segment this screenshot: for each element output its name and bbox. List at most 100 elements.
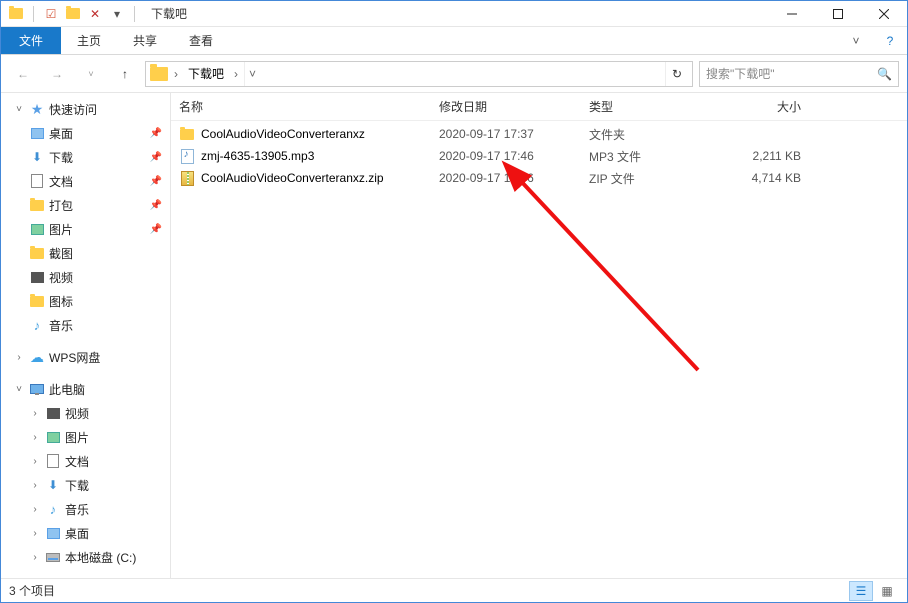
window-title: 下载吧 xyxy=(151,5,187,22)
ribbon-collapse-icon[interactable]: ˅ xyxy=(839,27,873,54)
column-size[interactable]: 大小 xyxy=(709,98,819,115)
down-icon: ⬇ xyxy=(29,149,45,165)
sidebar-item[interactable]: ⬇ 下载 📌 xyxy=(1,145,170,169)
desktop-icon xyxy=(45,525,61,541)
minimize-button[interactable] xyxy=(769,1,815,27)
sidebar-this-pc[interactable]: ˅ 此电脑 xyxy=(1,377,170,401)
sidebar-item-label: 视频 xyxy=(49,269,73,286)
sidebar-item[interactable]: 视频 xyxy=(1,265,170,289)
chevron-right-icon[interactable]: › xyxy=(29,432,41,443)
search-placeholder: 搜索"下载吧" xyxy=(706,65,775,82)
monitor-icon xyxy=(29,381,45,397)
sidebar-item[interactable]: 截图 xyxy=(1,241,170,265)
sidebar-item[interactable]: 图标 xyxy=(1,289,170,313)
sidebar-item-label: 文档 xyxy=(49,173,73,190)
chevron-right-icon[interactable]: › xyxy=(29,480,41,491)
file-row[interactable]: CoolAudioVideoConverteranxz.zip 2020-09-… xyxy=(171,167,907,189)
column-headers[interactable]: 名称 修改日期 类型 大小 xyxy=(171,93,907,121)
video-icon xyxy=(45,405,61,421)
qat-dropdown-icon[interactable]: ▾ xyxy=(108,5,126,23)
recent-locations-button[interactable]: ˅ xyxy=(77,60,105,88)
sidebar-item[interactable]: ♪ 音乐 xyxy=(1,313,170,337)
chevron-right-icon[interactable]: › xyxy=(29,504,41,515)
sidebar-item[interactable]: › ⬇ 下载 xyxy=(1,473,170,497)
sidebar-item[interactable]: 图片 📌 xyxy=(1,217,170,241)
search-icon[interactable]: 🔍 xyxy=(877,67,892,81)
sidebar-item[interactable]: › 本地磁盘 (C:) xyxy=(1,545,170,569)
doc-icon xyxy=(29,173,45,189)
column-name[interactable]: 名称 xyxy=(179,98,439,115)
sidebar-item-label: 图标 xyxy=(49,293,73,310)
folder-icon xyxy=(29,245,45,261)
close-button[interactable] xyxy=(861,1,907,27)
navigation-pane[interactable]: ˅ ★ 快速访问 桌面 📌⬇ 下载 📌 文档 📌 打包 📌 图片 📌 截图 视频… xyxy=(1,93,171,578)
new-folder-icon[interactable] xyxy=(64,5,82,23)
pic-icon xyxy=(29,221,45,237)
pin-icon: 📌 xyxy=(150,224,162,235)
quick-access-toolbar: ☑ ✕ ▾ xyxy=(1,5,145,23)
chevron-down-icon[interactable]: ˅ xyxy=(13,104,25,115)
sidebar-item-label: 下载 xyxy=(49,149,73,166)
chevron-right-icon[interactable]: › xyxy=(29,552,41,563)
back-button[interactable]: ← xyxy=(9,60,37,88)
file-name: zmj-4635-13905.mp3 xyxy=(201,149,439,163)
breadcrumb-segment[interactable]: 下载吧 xyxy=(184,65,228,82)
column-type[interactable]: 类型 xyxy=(589,98,709,115)
address-bar[interactable]: › 下载吧 › ˅ ↻ xyxy=(145,61,693,87)
folder-icon xyxy=(150,67,168,81)
file-row[interactable]: zmj-4635-13905.mp3 2020-09-17 17:46 MP3 … xyxy=(171,145,907,167)
chevron-right-icon[interactable]: › xyxy=(29,528,41,539)
tab-share[interactable]: 共享 xyxy=(117,27,173,54)
sidebar-item[interactable]: › 桌面 xyxy=(1,521,170,545)
folder-icon xyxy=(29,197,45,213)
thumbnails-view-button[interactable]: ▦ xyxy=(875,581,899,601)
disk-icon xyxy=(45,549,61,565)
cloud-icon: ☁ xyxy=(29,349,45,365)
refresh-button[interactable]: ↻ xyxy=(665,62,688,86)
chevron-right-icon[interactable]: › xyxy=(29,456,41,467)
sidebar-item[interactable]: › 文档 xyxy=(1,449,170,473)
up-button[interactable]: ↑ xyxy=(111,60,139,88)
file-date: 2020-09-17 17:46 xyxy=(439,149,589,163)
chevron-right-icon[interactable]: › xyxy=(29,408,41,419)
maximize-button[interactable] xyxy=(815,1,861,27)
sidebar-item-label: 打包 xyxy=(49,197,73,214)
delete-icon[interactable]: ✕ xyxy=(86,5,104,23)
forward-button[interactable]: → xyxy=(43,60,71,88)
music-icon: ♪ xyxy=(45,501,61,517)
sidebar-item[interactable]: › 图片 xyxy=(1,425,170,449)
sidebar-item[interactable]: 桌面 📌 xyxy=(1,121,170,145)
sidebar-item-label: 下载 xyxy=(65,477,89,494)
file-date: 2020-09-17 17:36 xyxy=(439,171,589,185)
column-date[interactable]: 修改日期 xyxy=(439,98,589,115)
mp3-icon xyxy=(179,148,195,164)
zip-icon xyxy=(179,170,195,186)
sidebar-item[interactable]: › 视频 xyxy=(1,401,170,425)
file-tab[interactable]: 文件 xyxy=(1,27,61,54)
sidebar-item-label: 截图 xyxy=(49,245,73,262)
help-icon[interactable]: ? xyxy=(873,27,907,54)
sidebar-item[interactable]: 打包 📌 xyxy=(1,193,170,217)
file-name: CoolAudioVideoConverteranxz xyxy=(201,127,439,141)
address-history-icon[interactable]: ˅ xyxy=(244,62,260,86)
chevron-down-icon[interactable]: ˅ xyxy=(13,384,25,395)
sidebar-item[interactable]: 文档 📌 xyxy=(1,169,170,193)
pic-icon xyxy=(45,429,61,445)
tab-view[interactable]: 查看 xyxy=(173,27,229,54)
chevron-right-icon[interactable]: › xyxy=(230,67,242,81)
file-list-pane: 名称 修改日期 类型 大小 CoolAudioVideoConverteranx… xyxy=(171,93,907,578)
chevron-right-icon[interactable]: › xyxy=(13,352,25,363)
file-size: 2,211 KB xyxy=(709,149,819,163)
file-date: 2020-09-17 17:37 xyxy=(439,127,589,141)
properties-icon[interactable]: ☑ xyxy=(42,5,60,23)
details-view-button[interactable]: ☰ xyxy=(849,581,873,601)
chevron-right-icon[interactable]: › xyxy=(170,67,182,81)
file-name: CoolAudioVideoConverteranxz.zip xyxy=(201,171,439,185)
sidebar-item[interactable]: › ♪ 音乐 xyxy=(1,497,170,521)
file-type: ZIP 文件 xyxy=(589,170,709,187)
tab-home[interactable]: 主页 xyxy=(61,27,117,54)
sidebar-wps[interactable]: › ☁ WPS网盘 xyxy=(1,345,170,369)
sidebar-quick-access[interactable]: ˅ ★ 快速访问 xyxy=(1,97,170,121)
search-input[interactable]: 搜索"下载吧" 🔍 xyxy=(699,61,899,87)
file-row[interactable]: CoolAudioVideoConverteranxz 2020-09-17 1… xyxy=(171,123,907,145)
